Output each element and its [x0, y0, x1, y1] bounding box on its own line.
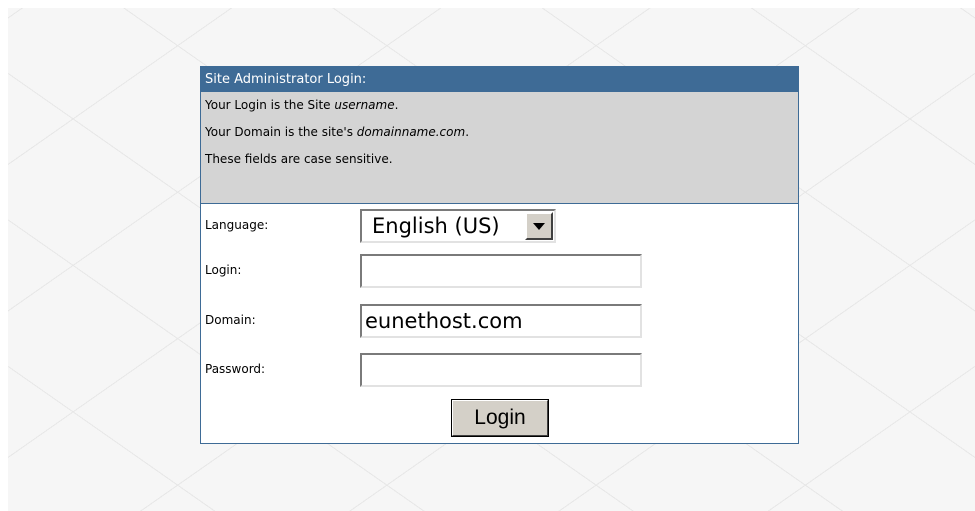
domain-label: Domain: — [205, 313, 256, 327]
info-line-case: These fields are case sensitive. — [205, 152, 393, 166]
login-input[interactable] — [360, 254, 642, 288]
info-line-login-suffix: . — [394, 98, 399, 112]
language-selected-value: English (US) — [372, 214, 500, 238]
domain-row: Domain: eunethost.com — [201, 302, 798, 339]
language-label: Language: — [205, 218, 269, 232]
info-line-domain-suffix: . — [465, 125, 470, 139]
info-line-login-prefix: Your Login is the Site — [205, 98, 335, 112]
login-label: Login: — [205, 263, 242, 277]
language-row: Language: English (US) — [201, 207, 798, 244]
info-line-login-em: username — [334, 98, 395, 112]
info-line-domain-em: domainname.com — [356, 125, 466, 139]
info-line-domain: Your Domain is the site's domainname.com… — [201, 119, 798, 146]
login-row: Login: — [201, 252, 798, 289]
login-panel: Site Administrator Login: Your Login is … — [200, 66, 799, 444]
domain-input[interactable]: eunethost.com — [360, 304, 642, 338]
info-box: Your Login is the Site username. Your Do… — [201, 92, 798, 204]
chevron-down-icon[interactable] — [525, 212, 553, 240]
password-row: Password: — [201, 351, 798, 388]
login-button[interactable]: Login — [451, 399, 549, 437]
password-input[interactable] — [360, 353, 642, 387]
language-select[interactable]: English (US) — [360, 209, 556, 243]
info-line-domain-prefix: Your Domain is the site's — [205, 125, 357, 139]
password-label: Password: — [205, 362, 266, 376]
panel-title: Site Administrator Login: — [201, 67, 798, 92]
info-line-login: Your Login is the Site username. — [201, 92, 798, 119]
